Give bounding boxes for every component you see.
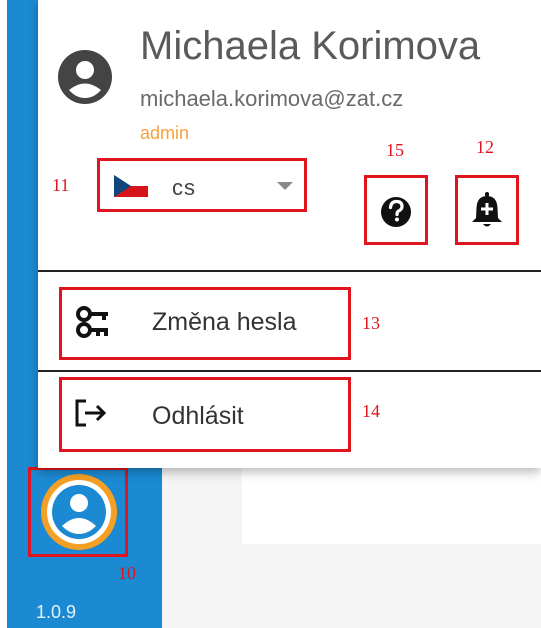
highlight-box-11 bbox=[97, 158, 307, 212]
menu-divider-2 bbox=[38, 370, 541, 372]
user-email: michaela.korimova@zat.cz bbox=[140, 86, 404, 111]
highlight-box-12 bbox=[455, 175, 519, 245]
annotation-number-10: 10 bbox=[118, 563, 136, 583]
highlight-box-15 bbox=[364, 175, 428, 245]
menu-divider bbox=[38, 270, 541, 272]
left-edge bbox=[0, 0, 7, 628]
annotation-number-13: 13 bbox=[362, 313, 380, 333]
user-role: admin bbox=[140, 123, 190, 143]
annotation-number-11: 11 bbox=[52, 175, 70, 195]
user-name: Michaela Korimova bbox=[140, 24, 481, 68]
account-circle-icon bbox=[58, 50, 112, 104]
highlight-box-13 bbox=[59, 287, 351, 360]
highlight-box-14 bbox=[59, 377, 351, 452]
app-version: 1.0.9 bbox=[36, 602, 77, 622]
annotation-number-12: 12 bbox=[476, 137, 494, 157]
annotation-number-15: 15 bbox=[386, 140, 404, 160]
content-card bbox=[242, 468, 541, 544]
highlight-box-10 bbox=[28, 467, 128, 557]
annotation-number-14: 14 bbox=[362, 401, 380, 421]
